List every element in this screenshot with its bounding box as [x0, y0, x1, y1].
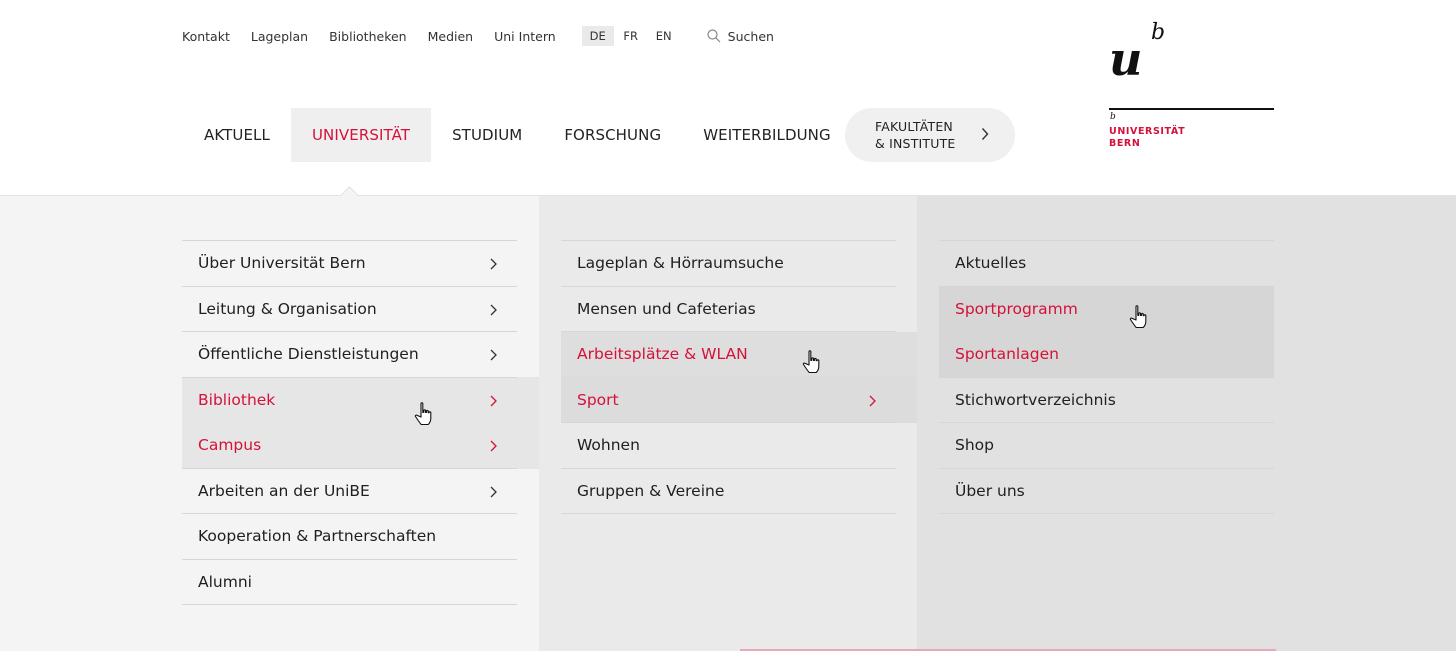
- menu-item-sportanlagen[interactable]: Sportanlagen: [939, 332, 1274, 378]
- search-icon: [707, 29, 721, 43]
- menu-item-lageplan[interactable]: Lageplan & Hörraumsuche: [561, 241, 896, 287]
- menu-item-gruppen[interactable]: Gruppen & Vereine: [561, 469, 896, 514]
- link-kontakt[interactable]: Kontakt: [182, 29, 230, 44]
- menu-item-mensen[interactable]: Mensen und Cafeterias: [561, 287, 896, 332]
- menu-item-label: Sportprogramm: [955, 299, 1078, 318]
- link-uni-intern[interactable]: Uni Intern: [494, 29, 556, 44]
- faculties-label: FAKULTÄTEN & INSTITUTE: [875, 118, 956, 152]
- menu-item-label: Über uns: [955, 481, 1025, 500]
- link-medien[interactable]: Medien: [428, 29, 474, 44]
- menu-item-sport[interactable]: Sport: [561, 378, 896, 423]
- menu-item-shop[interactable]: Shop: [939, 423, 1274, 469]
- menu-item-alumni[interactable]: Alumni: [182, 560, 517, 605]
- menu-item-label: Lageplan & Hörraumsuche: [577, 254, 784, 273]
- menu-item-stichwortverzeichnis[interactable]: Stichwortverzeichnis: [939, 378, 1274, 423]
- menu-item-label: Sport: [577, 390, 619, 409]
- lang-de[interactable]: DE: [581, 26, 614, 46]
- main-navigation: AKTUELL UNIVERSITÄT STUDIUM FORSCHUNG WE…: [183, 108, 852, 162]
- chevron-right-icon: [490, 349, 497, 361]
- page: Kontakt Lageplan Bibliotheken Medien Uni…: [0, 0, 1456, 651]
- logo-mark-b: b: [1151, 20, 1166, 45]
- faculties-label-line1: FAKULTÄTEN: [875, 119, 953, 134]
- menu-item-label: Leitung & Organisation: [198, 299, 377, 318]
- hand-cursor-icon: [802, 350, 820, 374]
- menu-item-label: Mensen und Cafeterias: [577, 299, 756, 318]
- menu-list-3: Aktuelles Sportprogramm Sportanlagen Sti…: [939, 240, 1274, 514]
- chevron-right-icon: [490, 395, 497, 406]
- menu-item-campus[interactable]: Campus: [182, 423, 517, 469]
- chevron-right-icon: [981, 128, 989, 140]
- menu-item-label: Stichwortverzeichnis: [955, 390, 1116, 409]
- menu-item-label: Über Universität Bern: [198, 254, 366, 273]
- menu-item-dienstleistungen[interactable]: Öffentliche Dienstleistungen: [182, 332, 517, 378]
- menu-item-bibliothek[interactable]: Bibliothek: [182, 378, 517, 424]
- menu-item-label: Arbeiten an der UniBE: [198, 481, 370, 500]
- menu-item-aktuelles[interactable]: Aktuelles: [939, 241, 1274, 287]
- search-button[interactable]: Suchen: [707, 29, 774, 44]
- logo-rule: [1109, 108, 1274, 110]
- menu-item-arbeiten[interactable]: Arbeiten an der UniBE: [182, 469, 517, 514]
- menu-item-kooperation[interactable]: Kooperation & Partnerschaften: [182, 514, 517, 560]
- chevron-right-icon: [869, 395, 876, 406]
- menu-item-label: Arbeitsplätze & WLAN: [577, 345, 748, 364]
- menu-column-2: Lageplan & Hörraumsuche Mensen und Cafet…: [561, 240, 896, 514]
- utility-bar: Kontakt Lageplan Bibliotheken Medien Uni…: [182, 26, 774, 46]
- menu-item-wohnen[interactable]: Wohnen: [561, 423, 896, 469]
- hand-cursor-icon: [414, 402, 432, 426]
- nav-universitaet[interactable]: UNIVERSITÄT: [290, 108, 432, 162]
- menu-item-label: Sportanlagen: [955, 345, 1059, 364]
- menu-item-label: Alumni: [198, 572, 252, 591]
- menu-item-arbeitsplaetze[interactable]: Arbeitsplätze & WLAN: [561, 332, 896, 378]
- hand-cursor-icon: [1129, 305, 1147, 329]
- menu-item-sportprogramm[interactable]: Sportprogramm: [939, 287, 1274, 333]
- nav-aktuell[interactable]: AKTUELL: [183, 108, 291, 162]
- logo-small-b: b: [1110, 112, 1116, 122]
- menu-item-label: Öffentliche Dienstleistungen: [198, 345, 419, 364]
- chevron-right-icon: [490, 440, 497, 452]
- mega-menu-panel: Über Universität Bern Leitung & Organisa…: [0, 186, 1456, 651]
- menu-item-label: Shop: [955, 436, 994, 455]
- menu-item-leitung[interactable]: Leitung & Organisation: [182, 287, 517, 332]
- menu-item-label: Wohnen: [577, 436, 640, 455]
- language-switcher: DE FR EN: [581, 26, 681, 46]
- faculties-button[interactable]: FAKULTÄTEN & INSTITUTE: [845, 108, 1015, 162]
- chevron-right-icon: [490, 258, 497, 270]
- menu-column-3: Aktuelles Sportprogramm Sportanlagen Sti…: [939, 240, 1274, 514]
- menu-item-label: Campus: [198, 436, 262, 455]
- logo-mark-u: u: [1109, 32, 1143, 86]
- menu-column-1: Über Universität Bern Leitung & Organisa…: [182, 240, 517, 605]
- menu-list-2: Lageplan & Hörraumsuche Mensen und Cafet…: [561, 240, 896, 514]
- logo-name: UNIVERSITÄT BERN: [1109, 126, 1185, 150]
- menu-notch: [340, 186, 359, 205]
- link-lageplan[interactable]: Lageplan: [251, 29, 308, 44]
- nav-forschung[interactable]: FORSCHUNG: [543, 108, 682, 162]
- menu-item-label: Bibliothek: [198, 390, 276, 409]
- chevron-right-icon: [490, 304, 497, 315]
- nav-weiterbildung[interactable]: WEITERBILDUNG: [682, 108, 852, 162]
- menu-list-1: Über Universität Bern Leitung & Organisa…: [182, 240, 517, 605]
- menu-item-label: Gruppen & Vereine: [577, 481, 725, 500]
- menu-item-label: Kooperation & Partnerschaften: [198, 527, 437, 546]
- link-bibliotheken[interactable]: Bibliotheken: [329, 29, 407, 44]
- lang-en[interactable]: EN: [648, 26, 680, 46]
- logo-line1: UNIVERSITÄT: [1109, 126, 1186, 137]
- logo-line2: BERN: [1109, 138, 1141, 149]
- faculties-label-line2: & INSTITUTE: [875, 136, 956, 151]
- chevron-right-icon: [490, 486, 497, 497]
- menu-item-label: Aktuelles: [955, 254, 1027, 273]
- nav-studium[interactable]: STUDIUM: [431, 108, 543, 162]
- search-label: Suchen: [727, 28, 774, 44]
- menu-item-ueber-universitaet[interactable]: Über Universität Bern: [182, 241, 517, 287]
- lang-fr[interactable]: FR: [615, 26, 647, 46]
- menu-item-ueber-uns[interactable]: Über uns: [939, 469, 1274, 514]
